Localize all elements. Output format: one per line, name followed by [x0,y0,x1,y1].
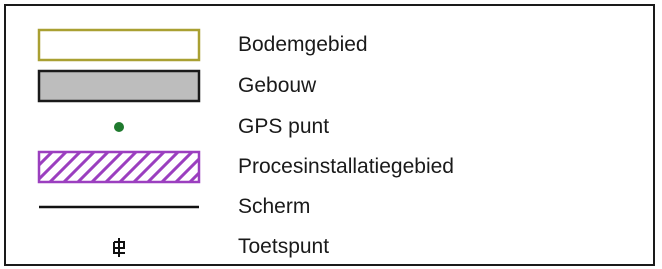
legend-item-bodemgebied: Bodemgebied [6,26,653,64]
legend-item-toetspunt: Toetspunt [6,228,653,266]
legend-item-scherm: Scherm [6,188,653,226]
toetspunt-marker-icon [36,228,202,266]
legend-label-gps-punt: GPS punt [238,115,330,138]
black-line-icon [36,188,202,226]
legend-label-gebouw: Gebouw [238,74,317,97]
legend-label-procesinstallatiegebied: Procesinstallatiegebied [238,155,454,178]
yellow-outline-rectangle-icon [36,26,202,64]
green-dot-icon [36,108,202,146]
legend-label-toetspunt: Toetspunt [238,235,330,258]
legend-label-bodemgebied: Bodemgebied [238,33,368,56]
legend-item-gps-punt: GPS punt [6,108,653,146]
legend-item-procesinstallatiegebied: Procesinstallatiegebied [6,148,653,186]
legend-item-gebouw: Gebouw [6,67,653,105]
legend-label-scherm: Scherm [238,195,311,218]
purple-hatched-rectangle-icon [36,148,202,186]
grey-filled-rectangle-icon [36,67,202,105]
legend-box: Bodemgebied Gebouw GPS punt Procesinstal… [4,4,655,266]
